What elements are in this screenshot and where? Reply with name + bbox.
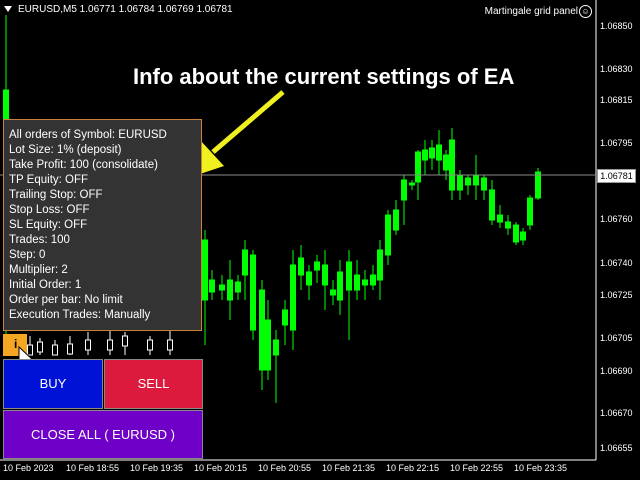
price-axis-label: 1.06815 <box>600 95 633 105</box>
candle-body <box>219 284 225 291</box>
candle-body <box>242 249 248 276</box>
price-axis-label: 1.06850 <box>600 21 633 31</box>
candle-body <box>497 214 503 223</box>
buy-button[interactable]: BUY <box>3 359 103 409</box>
time-axis-label: 10 Feb 20:55 <box>258 463 312 473</box>
candle-body <box>235 281 241 293</box>
candle-body <box>52 344 58 356</box>
symbol-dropdown-icon[interactable] <box>4 6 12 12</box>
time-axis-label: 10 Feb 23:35 <box>514 463 568 473</box>
settings-info-panel: All orders of Symbol: EURUSD Lot Size: 1… <box>3 119 202 331</box>
candle-body <box>370 274 376 286</box>
time-axis-label: 10 Feb 18:55 <box>66 463 120 473</box>
candle-body <box>202 239 208 301</box>
candle-body <box>209 279 215 293</box>
price-axis-label: 1.06795 <box>600 138 633 148</box>
info-line: Lot Size: 1% (deposit) <box>9 144 122 156</box>
time-axis-label: 10 Feb 22:15 <box>386 463 440 473</box>
panel-title: Martingale grid panel <box>484 6 578 17</box>
smiley-icon: ☺ <box>579 5 592 18</box>
current-price-tag: 1.06781 <box>597 169 636 183</box>
time-axis-label: 10 Feb 22:55 <box>450 463 504 473</box>
candle-body <box>505 221 511 229</box>
info-line: Stop Loss: OFF <box>9 204 90 216</box>
candle-body <box>265 319 271 371</box>
time-axis-label: 10 Feb 20:15 <box>194 463 248 473</box>
info-line: Trailing Stop: OFF <box>9 189 103 201</box>
info-line: Multiplier: 2 <box>9 264 68 276</box>
info-line: SL Equity: OFF <box>9 219 88 231</box>
candle-body <box>67 343 73 355</box>
time-axis-label: 10 Feb 2023 <box>3 463 54 473</box>
info-line: Initial Order: 1 <box>9 279 82 291</box>
candle-body <box>330 289 336 296</box>
annotation-text: Info about the current settings of EA <box>133 64 515 89</box>
candle-body <box>273 339 279 356</box>
candle-body <box>259 289 265 371</box>
info-line: All orders of Symbol: EURUSD <box>9 129 167 141</box>
candle-body <box>473 174 479 186</box>
price-axis-label: 1.06670 <box>600 408 633 418</box>
candle-body <box>122 335 128 347</box>
candle-body <box>457 174 463 191</box>
info-line: Order per bar: No limit <box>9 294 123 306</box>
time-axis-label: 10 Feb 19:35 <box>130 463 184 473</box>
candle-body <box>465 177 471 186</box>
info-line: Step: 0 <box>9 249 46 261</box>
price-axis-label: 1.06705 <box>600 333 633 343</box>
candle-body <box>167 339 173 351</box>
close-all-button[interactable]: CLOSE ALL ( EURUSD ) <box>3 410 203 459</box>
candle-body <box>377 249 383 281</box>
info-button-label: i <box>14 337 18 351</box>
candle-body <box>415 151 421 183</box>
candle-body <box>527 197 533 226</box>
candle-body <box>346 261 352 291</box>
candle-body <box>385 214 391 256</box>
candle-body <box>520 231 526 241</box>
candle-body <box>298 257 304 276</box>
candle-body <box>314 261 320 271</box>
price-axis-label: 1.06655 <box>600 443 633 453</box>
info-line: Take Profit: 100 (consolidate) <box>9 159 158 171</box>
candle-body <box>362 279 368 286</box>
price-axis-label: 1.06690 <box>600 366 633 376</box>
candle-body <box>489 189 495 221</box>
candle-body <box>449 139 455 191</box>
candle-body <box>393 209 399 231</box>
info-line: Execution Trades: Manually <box>9 309 151 321</box>
candle-body <box>513 224 519 243</box>
info-line: TP Equity: OFF <box>9 174 89 186</box>
info-line: Trades: 100 <box>9 234 70 246</box>
sell-button[interactable]: SELL <box>104 359 203 409</box>
candle-body <box>37 341 43 353</box>
candle-body <box>409 182 415 186</box>
candle-body <box>306 271 312 286</box>
candle-body <box>227 279 233 301</box>
candle-body <box>282 309 288 326</box>
candle-body <box>354 274 360 291</box>
candle-body <box>250 254 256 331</box>
candle-body <box>337 271 343 301</box>
price-axis-label: 1.06725 <box>600 290 633 300</box>
candle-body <box>290 264 296 331</box>
candle-body <box>107 339 113 351</box>
price-axis-label: 1.06740 <box>600 258 633 268</box>
candle-body <box>443 154 449 171</box>
candle-body <box>85 339 91 351</box>
candle-body <box>481 177 487 191</box>
symbol-info: EURUSD,M5 1.06771 1.06784 1.06769 1.0678… <box>18 4 233 15</box>
candle-body <box>436 144 442 161</box>
candle-body <box>401 179 407 201</box>
candle-body <box>322 264 328 286</box>
candle-body <box>422 149 428 161</box>
time-axis-label: 10 Feb 21:35 <box>322 463 376 473</box>
price-axis-label: 1.06830 <box>600 64 633 74</box>
candle-body <box>429 147 435 159</box>
candle-body <box>147 339 153 351</box>
candle-body <box>535 171 541 199</box>
price-axis-label: 1.06760 <box>600 214 633 224</box>
